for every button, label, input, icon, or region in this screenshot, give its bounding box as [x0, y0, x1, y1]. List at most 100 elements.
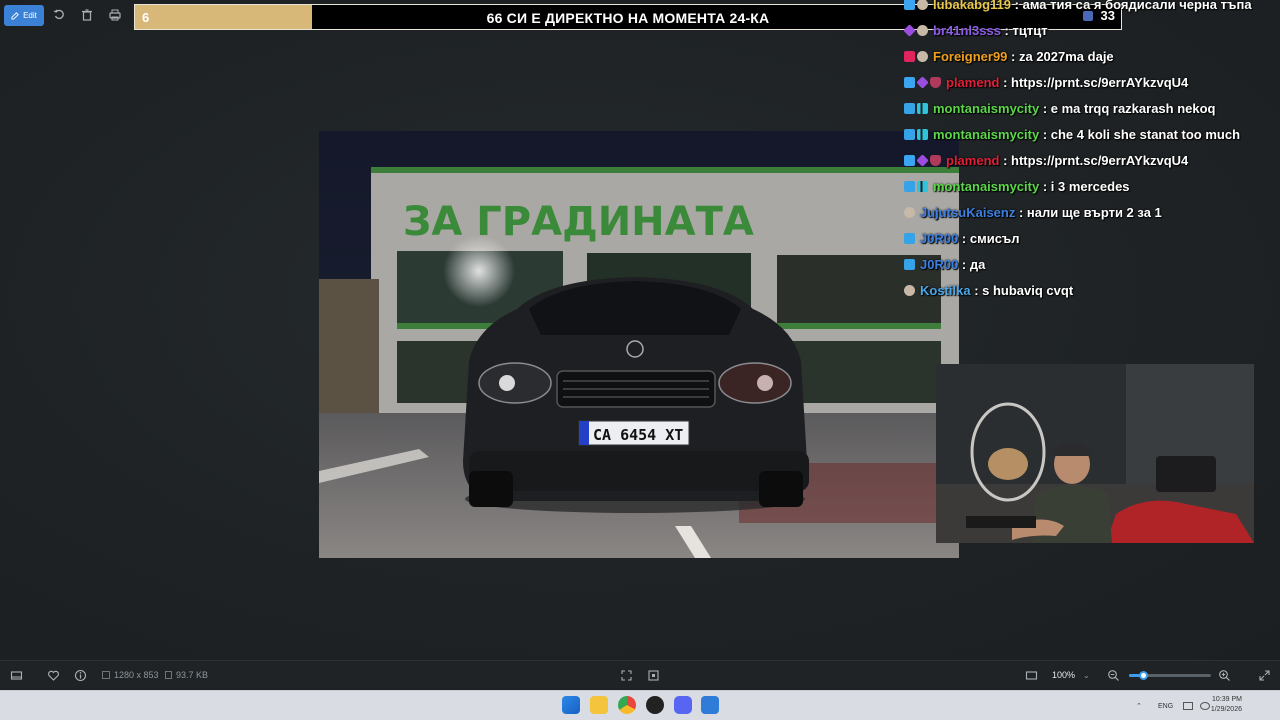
rotate-icon[interactable] — [52, 8, 66, 22]
chat-message-text: да — [969, 256, 986, 272]
windows-taskbar: ⌃ ENG 10:39 PM 1/29/2026 — [0, 690, 1280, 720]
edit-button-label: Edit — [23, 11, 37, 20]
fullscreen-icon[interactable] — [1258, 669, 1271, 682]
chat-badge-icon — [930, 76, 941, 88]
user-badges — [904, 258, 915, 270]
aspect-icon[interactable] — [1025, 669, 1038, 682]
chat-message: lubakabg119 : ама тия са я боядисали чер… — [904, 0, 1252, 14]
edit-icon — [11, 12, 19, 20]
chat-message: J0R00 : смисъл — [904, 228, 1020, 248]
chat-message: montanaismycity : i 3 mercedes — [904, 176, 1130, 196]
filmstrip-icon[interactable] — [10, 669, 23, 682]
chat-separator: : — [1000, 22, 1013, 38]
webcam-overlay — [936, 364, 1254, 543]
chat-separator: : — [958, 230, 970, 246]
chat-badge-icon — [904, 154, 915, 166]
chevron-up-icon[interactable]: ⌃ — [1136, 691, 1142, 720]
chat-username: plamend — [946, 152, 1000, 168]
chat-badge-icon — [917, 50, 928, 62]
user-badges — [904, 232, 915, 244]
chat-overlay: lubakabg119 : ама тия са я боядисали чер… — [903, 0, 1280, 300]
windows-start-icon[interactable] — [562, 696, 580, 714]
chat-username: montanaismycity — [933, 178, 1040, 194]
dimensions-icon — [102, 671, 110, 679]
chat-message-text: i 3 mercedes — [1050, 178, 1130, 194]
chat-badge-icon — [904, 0, 915, 10]
volume-icon[interactable] — [1200, 702, 1210, 710]
chat-message-text: ама тия са я боядисали черна тъпа — [1022, 0, 1252, 12]
info-icon[interactable] — [74, 669, 87, 682]
discord-icon[interactable] — [674, 696, 692, 714]
zoom-slider-handle[interactable] — [1138, 671, 1148, 680]
chat-badge-icon — [917, 0, 928, 10]
user-badges — [904, 75, 941, 89]
chat-message-text: za 2027ma daje — [1018, 48, 1114, 64]
language-indicator[interactable]: ENG — [1158, 691, 1173, 720]
chat-username: Kostilka — [920, 282, 971, 298]
chat-separator: : — [1039, 178, 1051, 194]
file-size: 93.7 KB — [165, 670, 208, 680]
chat-message-text: e ma trqq razkarash nekoq — [1050, 100, 1216, 116]
zoom-out-icon[interactable] — [1107, 669, 1120, 682]
chat-badge-icon — [903, 23, 916, 37]
chat-message: plamend : https://prnt.sc/9errAYkzvqU4 — [904, 72, 1188, 92]
user-badges — [904, 128, 928, 140]
user-badges — [904, 50, 928, 62]
chat-badge-icon — [904, 258, 915, 270]
chat-badge-icon — [930, 154, 941, 166]
main-photo: ЗА ГРАДИНАТА CA 6454 XT — [319, 131, 959, 558]
zoom-in-icon[interactable] — [1218, 669, 1231, 682]
user-badges — [904, 153, 941, 167]
user-badges — [904, 0, 928, 10]
file-explorer-icon[interactable] — [590, 696, 608, 714]
user-badges — [904, 284, 915, 296]
chat-separator: : — [970, 282, 983, 298]
zoom-slider[interactable] — [1129, 671, 1211, 680]
fit-screen-icon[interactable] — [620, 669, 633, 682]
print-icon[interactable] — [108, 8, 122, 22]
chat-message: plamend : https://prnt.sc/9errAYkzvqU4 — [904, 150, 1188, 170]
chrome-icon[interactable] — [618, 696, 636, 714]
chat-username: JujutsuKaisenz — [920, 204, 1016, 220]
chat-badge-icon — [904, 102, 915, 114]
chat-separator: : — [1011, 0, 1023, 12]
chat-separator: : — [1039, 126, 1051, 142]
chat-badge-icon — [904, 180, 915, 192]
chat-separator: : — [1015, 204, 1027, 220]
chat-message-text: https://prnt.sc/9errAYkzvqU4 — [1011, 152, 1189, 168]
chat-username: J0R00 — [920, 256, 959, 272]
photos-app-icon[interactable] — [701, 696, 719, 714]
license-plate: CA 6454 XT — [593, 426, 683, 444]
image-dimensions: 1280 x 853 — [102, 670, 159, 680]
file-size-text: 93.7 KB — [176, 670, 209, 680]
clock-time: 10:39 PM — [1212, 696, 1242, 703]
chat-badge-icon — [917, 102, 928, 114]
chat-username: J0R00 — [920, 230, 959, 246]
delete-icon[interactable] — [80, 8, 94, 22]
chat-message: JujutsuKaisenz : нали ще върти 2 за 1 — [904, 202, 1162, 222]
chat-separator: : — [1039, 100, 1051, 116]
chat-badge-icon — [917, 24, 928, 36]
favorite-icon[interactable] — [47, 669, 60, 682]
zoom-value: 100% — [1052, 670, 1076, 680]
chat-message-text: тцтцт — [1012, 22, 1048, 38]
chat-message-text: https://prnt.sc/9errAYkzvqU4 — [1011, 74, 1189, 90]
chat-message: Kostilka : s hubaviq cvqt — [904, 280, 1073, 300]
chat-message: br41nl3sss : тцтцт — [903, 20, 1048, 40]
network-icon[interactable] — [1183, 702, 1193, 710]
chat-message: J0R00 : да — [904, 254, 985, 274]
actual-size-icon[interactable] — [647, 669, 660, 682]
chat-separator: : — [999, 152, 1012, 168]
user-badges — [904, 180, 928, 192]
chat-message: montanaismycity : e ma trqq razkarash ne… — [904, 98, 1216, 118]
chat-badge-icon — [904, 206, 915, 218]
chat-badge-icon — [916, 75, 929, 89]
clock-date: 1/29/2026 — [1210, 706, 1242, 713]
zoom-dropdown[interactable]: 100% ⌄ — [1046, 666, 1094, 684]
chat-badge-icon — [916, 153, 929, 167]
system-clock[interactable]: 10:39 PM 1/29/2026 — [1211, 695, 1242, 715]
edit-button[interactable]: Edit — [4, 5, 44, 26]
obs-icon[interactable] — [646, 696, 664, 714]
chat-username: plamend — [946, 74, 1000, 90]
chat-separator: : — [1007, 48, 1019, 64]
